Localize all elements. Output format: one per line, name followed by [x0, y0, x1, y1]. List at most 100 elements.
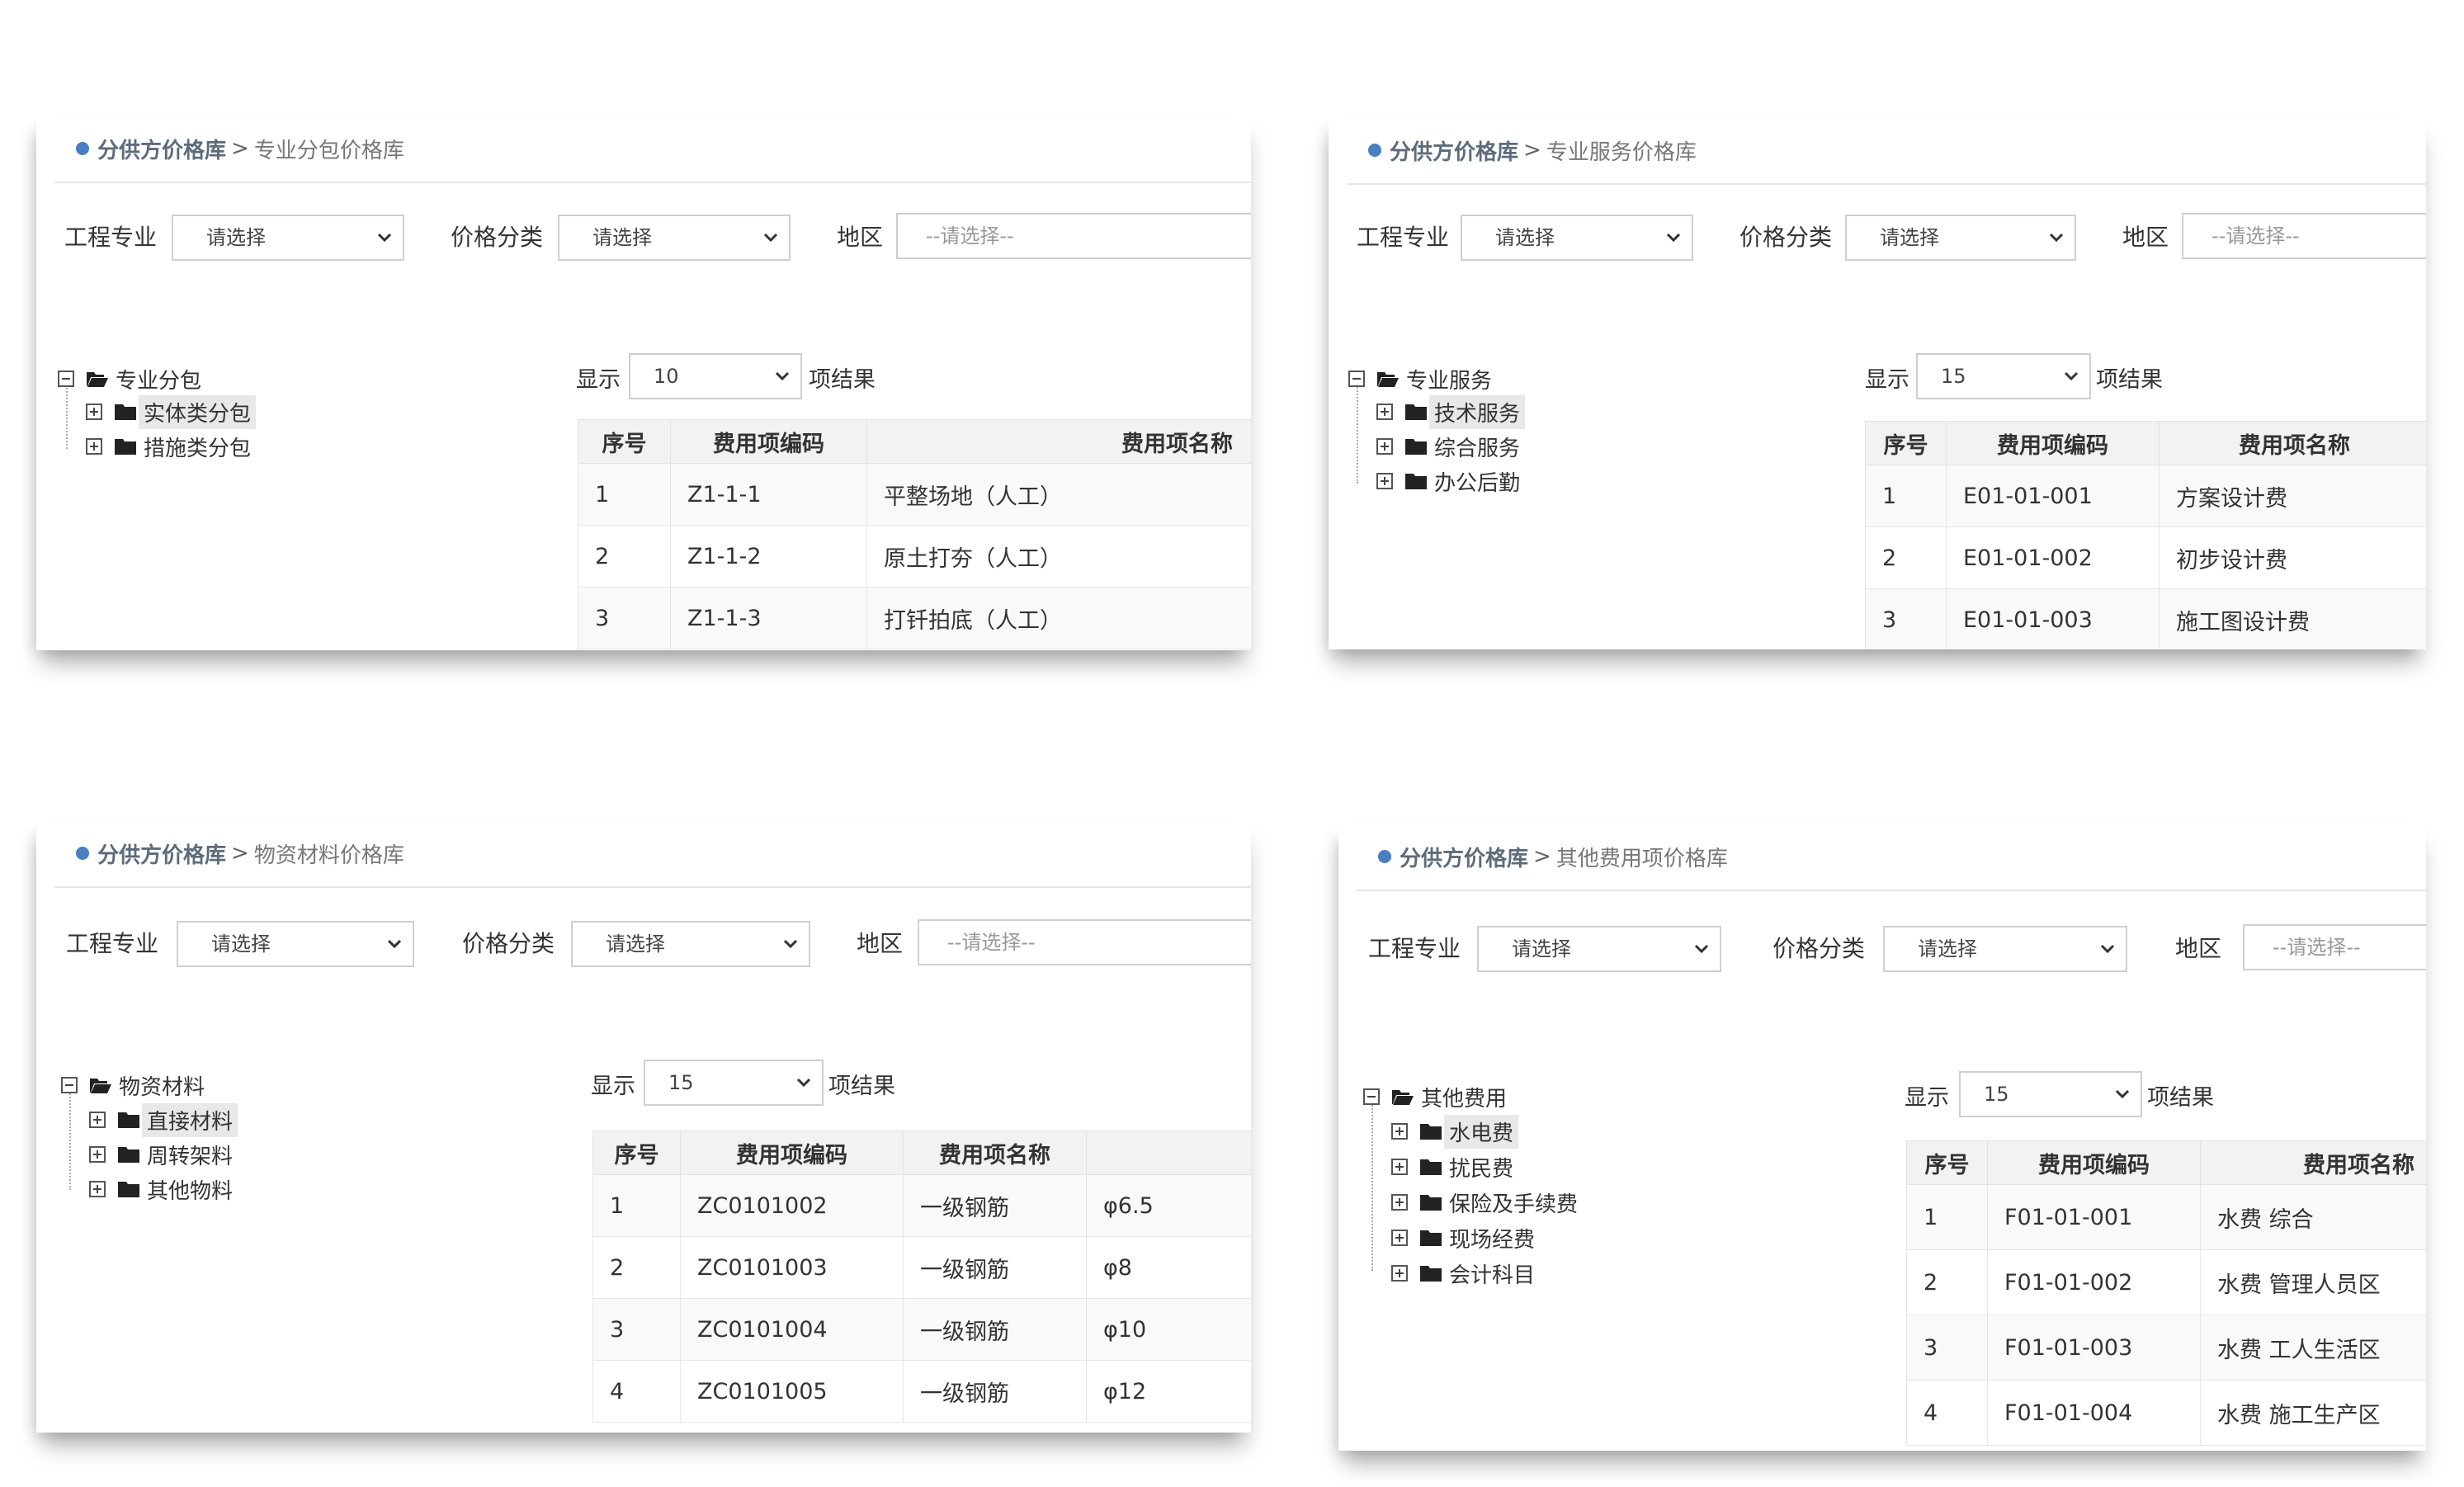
price-category-select[interactable]: 请选择 [1883, 926, 2127, 972]
region-input[interactable]: --请选择-- [918, 919, 1251, 965]
col-code-header[interactable]: 费用项编码 [680, 1131, 904, 1175]
col-name-header[interactable]: 费用项名称 [903, 1131, 1087, 1175]
folder-icon [1405, 439, 1427, 455]
table-row[interactable]: 2 F01-01-002 水费 管理人员区 [1906, 1249, 2426, 1315]
table-row[interactable]: 2 ZC0101003 一级钢筋 φ8 [592, 1236, 1251, 1299]
expand-toggle-icon[interactable] [1391, 1123, 1408, 1140]
col-name-header[interactable]: 费用项名称 [866, 419, 1251, 464]
tree-root-node[interactable]: 物资材料 [61, 1069, 210, 1101]
expand-toggle-icon[interactable] [86, 404, 102, 420]
expand-toggle-icon[interactable] [89, 1181, 106, 1197]
col-code-header[interactable]: 费用项编码 [670, 419, 867, 464]
table-row[interactable]: 2 Z1-1-2 原土打夯（人工） [578, 525, 1251, 588]
table-row[interactable]: 3 E01-01-003 施工图设计费 [1865, 588, 2426, 649]
expand-toggle-icon[interactable] [1376, 438, 1393, 455]
table-row[interactable]: 1 Z1-1-1 平整场地（人工） [578, 463, 1251, 526]
breadcrumb-root[interactable]: 分供方价格库 [97, 134, 226, 164]
table-row[interactable]: 3 F01-01-003 水费 工人生活区 [1906, 1315, 2426, 1381]
tree-node[interactable]: 会计科目 [1391, 1258, 1540, 1289]
table-row[interactable]: 2 E01-01-002 初步设计费 [1865, 526, 2426, 589]
expand-toggle-icon[interactable] [89, 1146, 106, 1163]
tree-root-node[interactable]: 其他费用 [1363, 1081, 1512, 1112]
collapse-toggle-icon[interactable] [1363, 1088, 1380, 1105]
tree-node[interactable]: 实体类分包 [86, 394, 257, 429]
region-label: 地区 [2122, 224, 2169, 251]
profession-select[interactable]: 请选择 [1461, 215, 1693, 261]
region-input[interactable]: --请选择-- [896, 213, 1251, 259]
page-size-select[interactable]: 15 [644, 1060, 824, 1106]
tree-node[interactable]: 保险及手续费 [1391, 1187, 1583, 1218]
breadcrumb: 分供方价格库 > 专业服务价格库 [1347, 117, 2426, 185]
col-name-header[interactable]: 费用项名称 [2159, 421, 2426, 465]
collapse-toggle-icon[interactable] [61, 1077, 78, 1093]
price-table: 序号 费用项编码 费用项名称 1 E01-01-001 方案设计费 2 E01-01-… [1865, 421, 2426, 649]
tree-node[interactable]: 技术服务 [1376, 394, 1526, 429]
cell-name: 水费 施工生产区 [2200, 1380, 2426, 1446]
table-row[interactable]: 1 ZC0101002 一级钢筋 φ6.5 [592, 1174, 1251, 1237]
region-input[interactable]: --请选择-- [2243, 924, 2426, 970]
tree-node[interactable]: 措施类分包 [86, 431, 256, 462]
page-size-select[interactable]: 15 [1959, 1071, 2142, 1117]
col-code-header[interactable]: 费用项编码 [1946, 421, 2160, 465]
tree-node[interactable]: 现场经费 [1391, 1222, 1540, 1253]
tree-node[interactable]: 水电费 [1391, 1114, 1519, 1149]
breadcrumb-root[interactable]: 分供方价格库 [97, 838, 226, 869]
expand-toggle-icon[interactable] [86, 438, 102, 455]
tree-node-label: 扰民费 [1449, 1156, 1514, 1182]
col-seq-header[interactable]: 序号 [592, 1131, 681, 1175]
expand-toggle-icon[interactable] [1391, 1230, 1408, 1246]
price-category-select[interactable]: 请选择 [1845, 215, 2076, 261]
show-label: 显示 [1905, 1085, 1949, 1111]
tree-node[interactable]: 直接材料 [89, 1102, 238, 1137]
tree-node[interactable]: 综合服务 [1376, 431, 1525, 462]
profession-select[interactable]: 请选择 [172, 215, 404, 261]
folder-icon [115, 404, 136, 420]
table-row[interactable]: 1 E01-01-001 方案设计费 [1865, 465, 2426, 527]
expand-toggle-icon[interactable] [89, 1112, 106, 1128]
col-code-header[interactable]: 费用项编码 [1987, 1140, 2201, 1185]
region-label: 地区 [2175, 935, 2222, 962]
expand-toggle-icon[interactable] [1376, 404, 1393, 420]
profession-select[interactable]: 请选择 [177, 921, 414, 967]
tree-node-label: 专业分包 [116, 368, 202, 394]
expand-toggle-icon[interactable] [1391, 1159, 1408, 1175]
page-size-control: 显示 [1905, 1079, 1949, 1112]
cell-spec: φ10 [1086, 1298, 1251, 1361]
cell-seq: 2 [1906, 1249, 1988, 1315]
col-seq-header[interactable]: 序号 [1865, 421, 1947, 465]
profession-select[interactable]: 请选择 [1477, 926, 1721, 972]
table-row[interactable]: 4 F01-01-004 水费 施工生产区 [1906, 1380, 2426, 1446]
folder-icon [1405, 474, 1427, 489]
price-category-select[interactable]: 请选择 [571, 921, 810, 967]
price-table: 序号 费用项编码 费用项名称 1 Z1-1-1 平整场地（人工） 2 Z1-1-2 原土… [578, 419, 1251, 649]
col-seq-header[interactable]: 序号 [578, 419, 671, 464]
tree-node-label: 专业服务 [1406, 368, 1493, 394]
col-name-header[interactable]: 费用项名称 [2200, 1140, 2426, 1185]
tree-node[interactable]: 周转架料 [89, 1139, 238, 1170]
tree-node[interactable]: 其他物料 [89, 1173, 238, 1205]
expand-toggle-icon[interactable] [1391, 1194, 1408, 1211]
cell-name: 一级钢筋 [903, 1236, 1087, 1299]
profession-label: 工程专业 [1357, 224, 1450, 251]
table-row[interactable]: 4 ZC0101005 一级钢筋 φ12 [592, 1360, 1251, 1423]
tree-node[interactable]: 办公后勤 [1376, 465, 1525, 497]
expand-toggle-icon[interactable] [1391, 1265, 1408, 1282]
table-row[interactable]: 3 Z1-1-3 打钎拍底（人工） [578, 587, 1251, 649]
breadcrumb-root[interactable]: 分供方价格库 [1390, 135, 1518, 166]
collapse-toggle-icon[interactable] [58, 371, 74, 387]
region-input[interactable]: --请选择-- [2182, 213, 2426, 259]
breadcrumb-root[interactable]: 分供方价格库 [1400, 842, 1528, 872]
page-size-select[interactable]: 15 [1916, 353, 2091, 399]
price-category-select[interactable]: 请选择 [558, 215, 791, 261]
show-suffix: 项结果 [828, 1074, 895, 1099]
collapse-toggle-icon[interactable] [1348, 371, 1365, 387]
tree-root-node[interactable]: 专业服务 [1348, 363, 1497, 394]
tree-root-node[interactable]: 专业分包 [58, 363, 206, 394]
tree-node[interactable]: 扰民费 [1391, 1151, 1518, 1183]
table-row[interactable]: 3 ZC0101004 一级钢筋 φ10 [592, 1298, 1251, 1361]
col-seq-header[interactable]: 序号 [1906, 1140, 1988, 1185]
page-size-select[interactable]: 10 [629, 353, 802, 399]
table-row[interactable]: 1 F01-01-001 水费 综合 [1906, 1184, 2426, 1250]
expand-toggle-icon[interactable] [1376, 473, 1393, 489]
folder-icon [1405, 404, 1427, 420]
